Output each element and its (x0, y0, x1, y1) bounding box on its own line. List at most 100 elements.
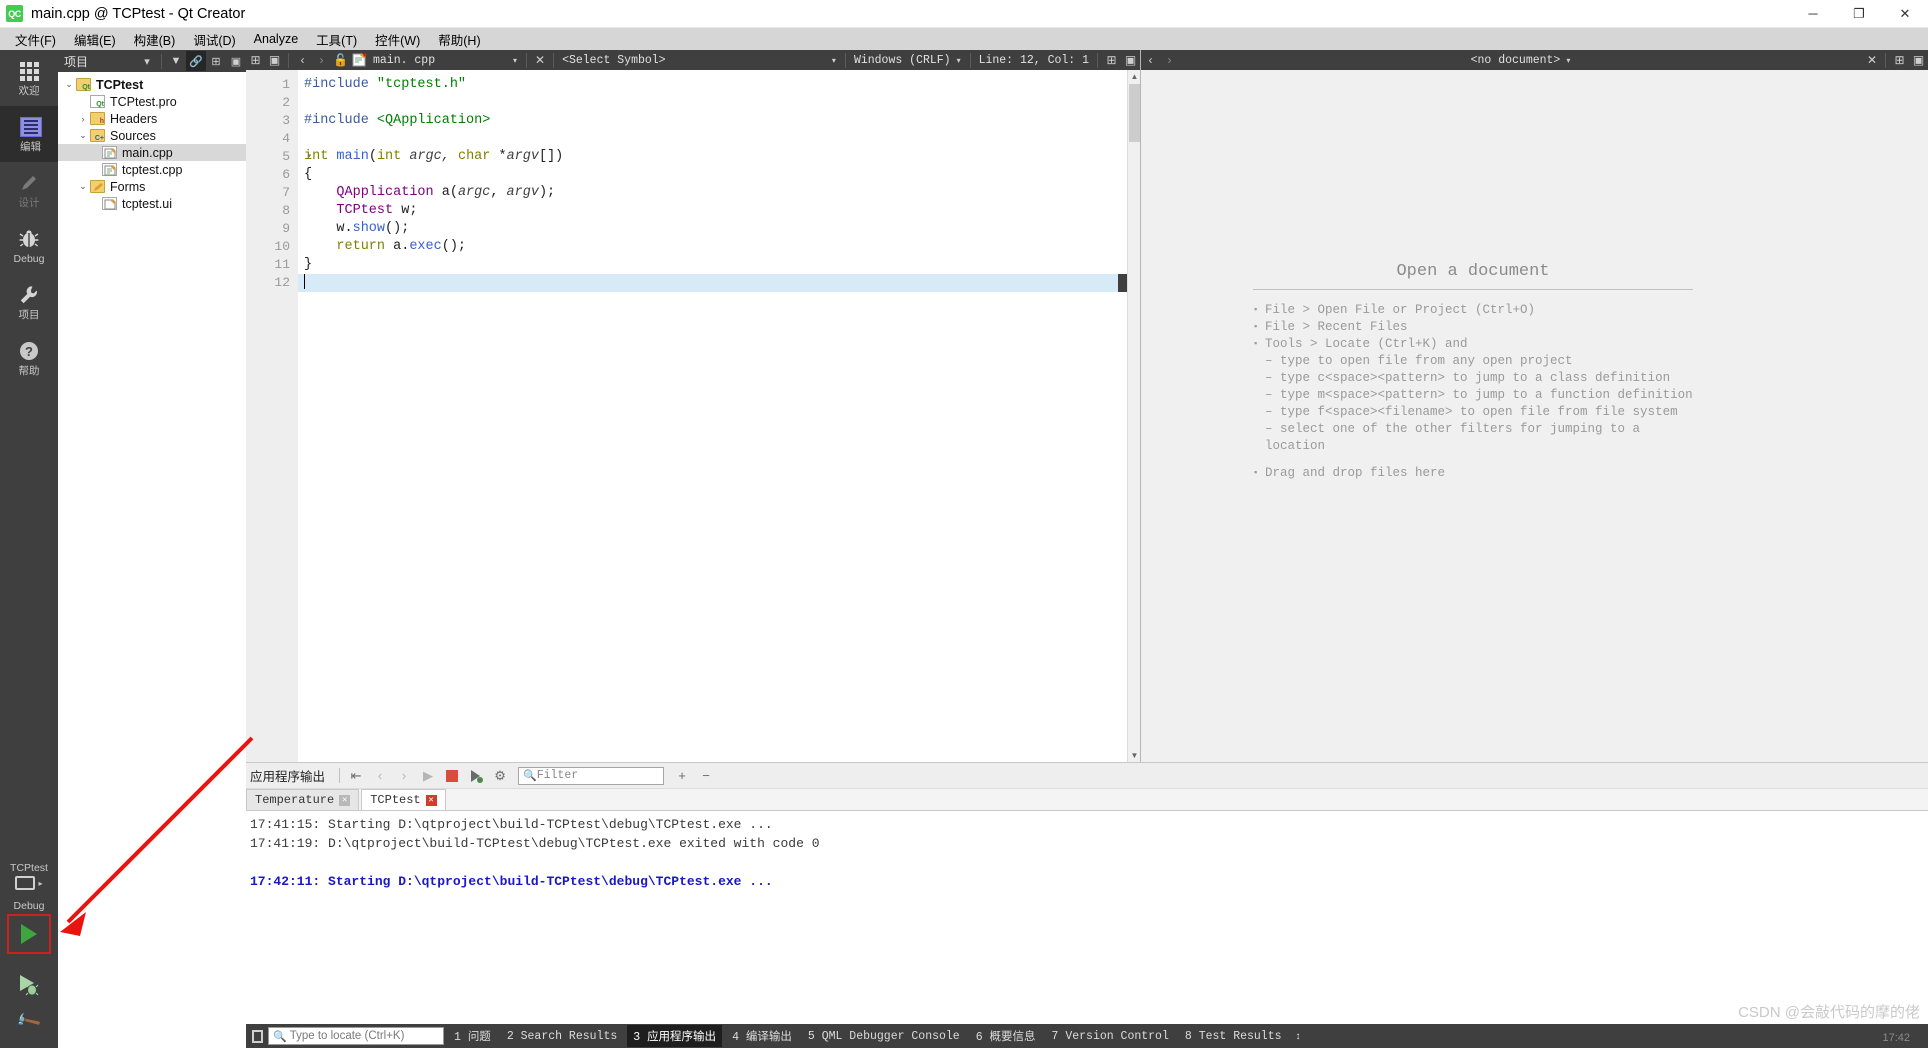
chevron-right-icon[interactable]: › (76, 114, 90, 124)
prev-item-icon[interactable]: ‹ (368, 764, 392, 788)
close-editor-button[interactable]: ✕ (531, 53, 549, 67)
chevron-down-icon[interactable]: ▾ (832, 56, 836, 65)
search-icon: 🔍 (273, 1030, 287, 1043)
editor-vertical-scrollbar[interactable]: ▲ ▼ (1127, 70, 1140, 762)
menu-tools[interactable]: 工具(T) (307, 28, 366, 51)
scroll-thumb[interactable] (1129, 84, 1140, 142)
status-item-qml-debugger-console[interactable]: 5 QML Debugger Console (802, 1027, 966, 1046)
zoom-in-button[interactable]: + (670, 764, 694, 788)
split-add-icon[interactable]: ⊞ (246, 51, 265, 70)
chevron-down-icon[interactable]: ⌄ (62, 79, 76, 90)
next-item-icon[interactable]: › (392, 764, 416, 788)
split-side-icon[interactable]: ▣ (1121, 51, 1140, 70)
chevron-down-icon[interactable]: ⌄ (76, 130, 90, 141)
close-doc-button[interactable]: ✕ (1863, 53, 1881, 67)
maximize-button[interactable]: ❐ (1836, 0, 1882, 28)
unlock-icon[interactable]: 🔓 (331, 51, 350, 70)
code-line-9: w.show(); (304, 221, 410, 236)
navigate-back-button[interactable]: ‹ (1141, 51, 1160, 70)
tree-item-tcptest-cpp[interactable]: tcptest.cpp (58, 161, 246, 178)
tree-item-tcptest[interactable]: ⌄ Qt TCPtest (58, 76, 246, 93)
status-item-compile-output[interactable]: 4 编译输出 (726, 1025, 798, 1047)
navigate-forward-button[interactable]: › (1160, 51, 1179, 70)
collapse-icon[interactable]: ▣ (226, 51, 246, 71)
status-item-test-results[interactable]: 8 Test Results (1179, 1027, 1288, 1046)
tree-item-label: Forms (110, 179, 146, 194)
mode-help[interactable]: ? 帮助 (0, 330, 58, 386)
tree-item-tcptest-ui[interactable]: tcptest.ui (58, 195, 246, 212)
settings-gear-icon[interactable]: ⚙ (488, 764, 512, 788)
chevron-down-icon[interactable]: ▾ (1566, 56, 1570, 65)
run-icon[interactable]: ▶ (416, 764, 440, 788)
navigate-back-button[interactable]: ‹ (293, 51, 312, 70)
chevron-down-icon[interactable]: ▾ (513, 56, 517, 65)
menu-edit[interactable]: 编辑(E) (65, 28, 125, 51)
tree-item-sources[interactable]: ⌄ C+ Sources (58, 127, 246, 144)
bullet-icon: ▪ (1253, 468, 1259, 478)
mode-edit[interactable]: 编辑 (0, 106, 58, 162)
menu-build[interactable]: 构建(B) (125, 28, 185, 51)
filter-input[interactable]: 🔍 Filter (518, 766, 665, 785)
mode-debug[interactable]: Debug (0, 218, 58, 274)
menu-file[interactable]: 文件(F) (6, 28, 65, 51)
code-line-1: #include "tcptest.h" (304, 77, 467, 92)
close-button[interactable]: ✕ (1882, 0, 1928, 28)
split-side-icon[interactable]: ▣ (265, 51, 284, 70)
line-ending-selector[interactable]: Windows (CRLF) (850, 51, 955, 70)
start-debugging-button[interactable] (16, 968, 42, 1004)
symbol-selector-combobox[interactable]: <Select Symbol> (558, 51, 758, 70)
minimize-button[interactable]: ─ (1790, 0, 1836, 28)
scroll-up-icon[interactable]: ▲ (1128, 70, 1140, 83)
tree-item-main-cpp[interactable]: main.cpp (58, 144, 246, 161)
mode-welcome[interactable]: 欢迎 (0, 50, 58, 106)
output-tab-temperature[interactable]: Temperature ✕ (246, 789, 360, 810)
doc-pane-toolbar: ‹ › <no document> ▾ ✕ ⊞ ▣ (1141, 50, 1928, 70)
scroll-down-icon[interactable]: ▼ (1128, 749, 1140, 762)
attach-debugger-icon[interactable] (464, 764, 488, 788)
output-text-area[interactable]: 17:41:15: Starting D:\qtproject\build-TC… (246, 811, 1928, 1024)
close-tab-icon[interactable]: ✕ (339, 794, 351, 806)
close-tab-icon[interactable]: ✕ (425, 794, 437, 806)
line-number: 5 ▾ (282, 149, 312, 164)
chevron-down-icon[interactable]: ⌄ (76, 181, 90, 192)
run-button[interactable] (7, 914, 51, 954)
status-item-search-results[interactable]: 2 Search Results (501, 1027, 623, 1046)
toggle-sidebar-icon[interactable] (246, 1024, 268, 1048)
menu-analyze[interactable]: Analyze (245, 30, 307, 48)
navigate-forward-button[interactable]: › (312, 51, 331, 70)
menu-help[interactable]: 帮助(H) (429, 28, 489, 51)
output-pane-size-handle[interactable]: ↕ (1296, 1031, 1301, 1042)
code-editor[interactable]: 1 2 3 4 5 ▾ 6 7 8 9 10 11 12 #include "t… (246, 70, 1140, 762)
tree-item-headers[interactable]: › h Headers (58, 110, 246, 127)
chevron-down-icon[interactable]: ▾ (957, 56, 961, 65)
filter-icon[interactable]: ▼ (166, 51, 186, 71)
word-wrap-icon[interactable]: ⇤ (344, 764, 368, 788)
cursor-position-indicator[interactable]: Line: 12, Col: 1 (975, 51, 1093, 70)
unsplit-icon[interactable]: ▣ (1909, 51, 1928, 70)
tree-item-tcptest-pro[interactable]: Qt TCPtest.pro (58, 93, 246, 110)
menu-widgets[interactable]: 控件(W) (366, 28, 429, 51)
menu-debug[interactable]: 调试(D) (184, 28, 244, 51)
open-file-combobox[interactable]: main. cpp (369, 51, 439, 70)
chevron-down-icon[interactable]: ▾ (137, 51, 157, 71)
mode-projects-label: 项目 (18, 309, 40, 322)
kit-target-row[interactable]: ▸ (15, 876, 43, 890)
status-item-general-messages[interactable]: 6 概要信息 (970, 1025, 1042, 1047)
mode-projects[interactable]: 项目 (0, 274, 58, 330)
output-tab-tcptest[interactable]: TCPtest ✕ (361, 789, 446, 810)
split-horizontal-icon[interactable]: ⊞ (1890, 51, 1909, 70)
zoom-out-button[interactable]: − (694, 764, 718, 788)
status-item-application-output[interactable]: 3 应用程序输出 (627, 1025, 723, 1047)
tree-item-forms[interactable]: ⌄ Forms (58, 178, 246, 195)
status-item-version-control[interactable]: 7 Version Control (1046, 1027, 1175, 1046)
no-document-combobox[interactable]: <no document> (1467, 51, 1565, 70)
locate-input[interactable]: 🔍 Type to locate (Ctrl+K) (268, 1027, 444, 1045)
stop-icon[interactable] (440, 764, 464, 788)
link-sync-icon[interactable]: 🔗 (186, 51, 206, 71)
code-text[interactable]: #include "tcptest.h" #include <QApplicat… (298, 70, 1127, 762)
status-item-problems[interactable]: 1 问题 (448, 1025, 497, 1047)
split-add-icon[interactable]: ⊞ (1102, 51, 1121, 70)
mode-design[interactable]: 设计 (0, 162, 58, 218)
split-add-icon[interactable]: ⊞ (206, 51, 226, 71)
build-project-button[interactable]: 🔨 (15, 1004, 43, 1040)
